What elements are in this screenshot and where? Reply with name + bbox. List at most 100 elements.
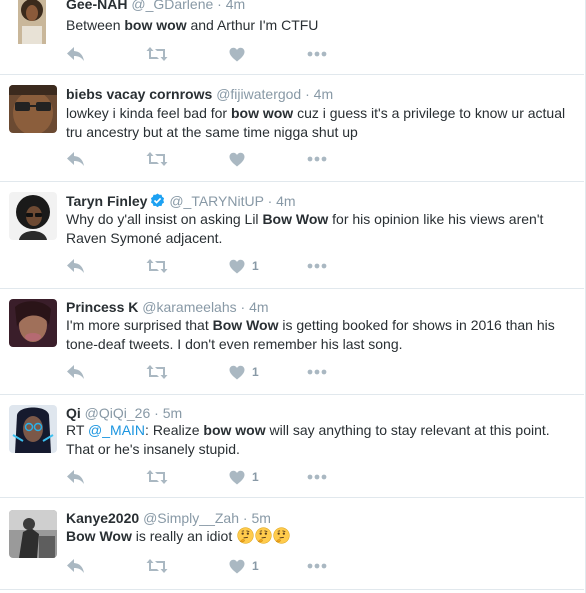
tweet-text: I'm more surprised that Bow Wow is getti… (66, 316, 571, 353)
reply-button[interactable] (66, 45, 85, 63)
tweet-timestamp[interactable]: 4m (226, 0, 245, 12)
reply-button[interactable] (66, 468, 85, 486)
avatar-image (9, 510, 57, 558)
tweet-text-part: : Realize (145, 422, 204, 438)
retweet-button[interactable] (146, 557, 168, 575)
more-button[interactable] (307, 257, 327, 275)
dot-separator: · (242, 510, 248, 526)
more-dots-icon (307, 563, 327, 569)
tweet-username[interactable]: @QiQi_26 (85, 405, 151, 421)
dot-separator: · (267, 193, 273, 209)
retweet-button[interactable] (146, 150, 168, 168)
more-button[interactable] (307, 150, 327, 168)
tweet-fullname[interactable]: Gee-NAH (66, 0, 127, 12)
more-dots-icon (307, 51, 327, 57)
tweet-username[interactable]: @_TARYNitUP (169, 193, 263, 209)
tweet-text: Bow Wow is really an idiot (66, 527, 571, 546)
tweet-actions: 1 (66, 557, 366, 577)
thinking-face-emoji (237, 527, 254, 544)
tweet-actions: 1 (66, 468, 366, 488)
avatar[interactable] (9, 510, 57, 558)
thinking-face-emoji (255, 527, 272, 544)
tweet-fullname[interactable]: Taryn Finley (66, 193, 147, 209)
tweet-username[interactable]: @_GDarlene (131, 0, 213, 12)
tweet-username[interactable]: @Simply__Zah (143, 510, 239, 526)
dot-separator: · (154, 405, 159, 421)
more-button[interactable] (307, 45, 327, 63)
tweet[interactable]: Princess K @karameelahs · 4m I'm more su… (0, 289, 584, 395)
more-button[interactable] (307, 468, 327, 486)
reply-icon (67, 365, 84, 379)
avatar[interactable] (18, 0, 46, 44)
reply-button[interactable] (66, 363, 85, 381)
like-button[interactable] (229, 150, 252, 168)
tweet-timestamp[interactable]: 4m (314, 86, 333, 102)
like-button[interactable]: 1 (229, 557, 259, 575)
tweet-timestamp[interactable]: 4m (276, 193, 295, 209)
mention-link[interactable]: @_MAIN (88, 422, 145, 438)
tweet-text-part: and Arthur I'm CTFU (186, 17, 319, 33)
avatar-image (18, 0, 46, 44)
tweet-text: Why do y'all insist on asking Lil Bow Wo… (66, 210, 571, 247)
retweet-button[interactable] (146, 468, 168, 486)
avatar[interactable] (9, 192, 57, 240)
tweet-timestamp[interactable]: 5m (251, 510, 270, 526)
avatar[interactable] (9, 85, 57, 133)
tweet-text: Between bow wow and Arthur I'm CTFU (66, 16, 571, 35)
reply-button[interactable] (66, 257, 85, 275)
tweet-actions: 1 (66, 363, 366, 383)
tweet-timestamp[interactable]: 4m (249, 299, 268, 315)
tweet[interactable]: Taryn Finley @_TARYNitUP · 4m Why do y'a… (0, 182, 584, 289)
like-button[interactable]: 1 (229, 257, 259, 275)
tweet-text-part: I'm more surprised that (66, 317, 213, 333)
more-dots-icon (307, 156, 327, 162)
tweet[interactable]: biebs vacay cornrows @fijiwatergod · 4m … (0, 75, 584, 182)
reply-icon (67, 559, 84, 573)
tweet-text-keyword: Bow Wow (66, 528, 132, 544)
tweet-text-part: lowkey i kinda feel bad for (66, 105, 231, 121)
heart-icon (229, 47, 245, 61)
more-button[interactable] (307, 363, 327, 381)
avatar[interactable] (9, 405, 57, 453)
like-button[interactable] (229, 45, 252, 63)
like-count: 1 (252, 365, 259, 379)
tweet-text-keyword: Bow Wow (212, 317, 279, 333)
retweet-button[interactable] (146, 257, 168, 275)
tweet[interactable]: Gee-NAH @_GDarlene · 4m Between bow wow … (0, 0, 584, 75)
reply-button[interactable] (66, 557, 85, 575)
avatar-image (9, 85, 57, 133)
like-count: 1 (252, 559, 259, 573)
tweet-text-keyword: bow wow (203, 422, 266, 438)
more-button[interactable] (307, 557, 327, 575)
tweet-text-keyword: bow wow (230, 105, 294, 121)
avatar-image (9, 299, 57, 347)
heart-icon (229, 470, 245, 484)
retweet-icon (146, 559, 168, 573)
tweet[interactable]: Kanye2020 @Simply__Zah · 5m Bow Wow is r… (0, 498, 584, 590)
more-dots-icon (307, 474, 327, 480)
tweet-fullname[interactable]: Kanye2020 (66, 510, 139, 526)
retweet-button[interactable] (146, 363, 168, 381)
retweet-icon (146, 470, 168, 484)
reply-button[interactable] (66, 150, 85, 168)
reply-icon (67, 259, 84, 273)
avatar[interactable] (9, 299, 57, 347)
tweet-username[interactable]: @karameelahs (142, 299, 236, 315)
like-count: 1 (252, 470, 259, 484)
like-button[interactable]: 1 (229, 468, 259, 486)
tweet-fullname[interactable]: biebs vacay cornrows (66, 86, 212, 102)
tweet-fullname[interactable]: Qi (66, 405, 81, 421)
tweet-username[interactable]: @fijiwatergod (216, 86, 301, 102)
more-dots-icon (307, 263, 327, 269)
tweet-fullname[interactable]: Princess K (66, 299, 138, 315)
reply-icon (67, 152, 84, 166)
avatar-image (9, 192, 57, 240)
tweet[interactable]: Qi @QiQi_26 · 5m RT @_MAIN: Realize bow … (0, 395, 584, 498)
retweet-button[interactable] (146, 45, 168, 63)
thinking-face-emoji (273, 527, 290, 544)
tweet-timeline: Gee-NAH @_GDarlene · 4m Between bow wow … (0, 0, 586, 593)
tweet-text: lowkey i kinda feel bad for bow wow cuz … (66, 104, 571, 141)
tweet-timestamp[interactable]: 5m (163, 405, 182, 421)
like-button[interactable]: 1 (229, 363, 259, 381)
tweet-text: RT @_MAIN: Realize bow wow will say anyt… (66, 421, 571, 458)
